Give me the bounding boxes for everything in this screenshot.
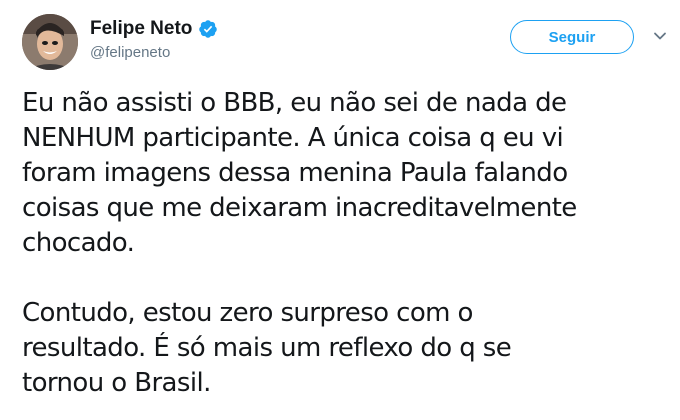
author-display-name[interactable]: Felipe Neto bbox=[90, 18, 192, 40]
tweet-header: Felipe Neto @felipeneto Seguir bbox=[22, 14, 672, 74]
tweet-line: Contudo, estou zero surpreso com o bbox=[22, 298, 473, 328]
tweet-line: coisas que me deixaram inacreditavelment… bbox=[22, 193, 577, 223]
tweet-line: tornou o Brasil. bbox=[22, 368, 211, 398]
author-handle[interactable]: @felipeneto bbox=[90, 44, 218, 61]
author-display-name-row[interactable]: Felipe Neto bbox=[90, 18, 218, 40]
avatar-photo-icon bbox=[22, 14, 78, 70]
tweet-line: Eu não assisti o BBB, eu não sei de nada… bbox=[22, 88, 567, 118]
tweet-card: Felipe Neto @felipeneto Seguir Eu não as… bbox=[0, 0, 680, 420]
chevron-down-icon[interactable] bbox=[652, 28, 668, 44]
author-avatar[interactable] bbox=[22, 14, 78, 70]
tweet-paragraph: Contudo, estou zero surpreso com o resul… bbox=[22, 296, 672, 401]
follow-button[interactable]: Seguir bbox=[510, 20, 634, 54]
tweet-line: foram imagens dessa menina Paula falando bbox=[22, 158, 568, 188]
author-names: Felipe Neto @felipeneto bbox=[90, 18, 218, 61]
verified-badge-icon bbox=[199, 20, 218, 38]
tweet-paragraph: Eu não assisti o BBB, eu não sei de nada… bbox=[22, 86, 672, 261]
tweet-line: NENHUM participante. A única coisa q eu … bbox=[22, 123, 564, 153]
tweet-text: Eu não assisti o BBB, eu não sei de nada… bbox=[22, 86, 672, 401]
tweet-line: chocado. bbox=[22, 228, 135, 258]
tweet-line: resultado. É só mais um reflexo do q se bbox=[22, 333, 512, 363]
